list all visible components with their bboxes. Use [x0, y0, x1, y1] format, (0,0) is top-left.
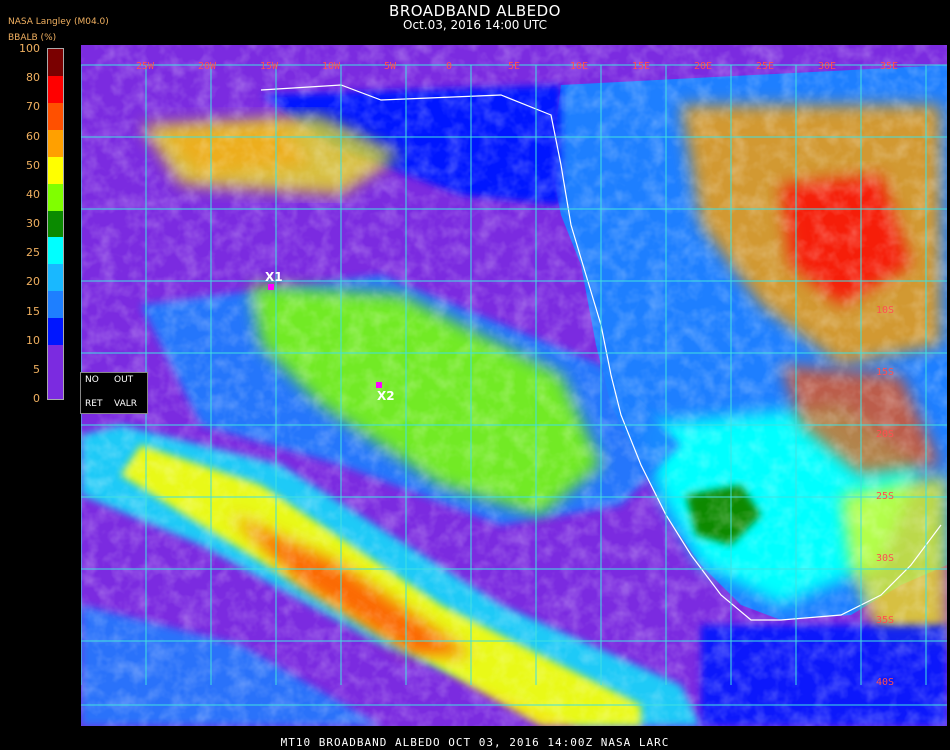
- legend-tick: 25: [26, 246, 40, 260]
- longitude-label: 25W: [136, 61, 155, 72]
- longitude-label: 10E: [570, 61, 588, 72]
- legend-swatch: [48, 129, 63, 157]
- latitude-label: 20S: [876, 429, 894, 440]
- latitude-label: 10S: [876, 305, 894, 316]
- latitude-label: 35S: [876, 615, 894, 626]
- longitude-label: 0: [446, 61, 452, 72]
- longitude-label: 5W: [384, 61, 397, 72]
- ret-label: RET: [85, 399, 103, 409]
- site-marker: [268, 284, 274, 290]
- legend-tick: 20: [26, 275, 40, 289]
- nodata-legend: NO OUT RET VALR: [80, 372, 148, 414]
- longitude-label: 15E: [632, 61, 650, 72]
- legend-tick: 10: [26, 333, 40, 347]
- legend-swatch: [48, 102, 63, 130]
- longitude-label: 20W: [198, 61, 217, 72]
- longitude-label: 20E: [694, 61, 712, 72]
- legend-swatch: [48, 263, 63, 292]
- out-label: OUT: [114, 375, 134, 385]
- no-label: NO: [85, 375, 99, 385]
- longitude-label: 30E: [818, 61, 836, 72]
- site-marker-label: X1: [265, 270, 283, 284]
- legend-swatch: [48, 210, 63, 238]
- legend-swatch: [48, 75, 63, 103]
- data-source: NASA Langley (M04.0): [8, 17, 109, 27]
- albedo-map: 25W 20W 15W 10W 5W 0 5E 10E 15E 20E 25E 30E 35E 10S 1…: [81, 45, 947, 726]
- legend-tick: 15: [26, 304, 40, 318]
- site-marker: [376, 382, 382, 388]
- legend-tick: 80: [26, 71, 40, 85]
- latitude-label: 15S: [876, 367, 894, 378]
- legend-swatch: [48, 183, 63, 211]
- longitude-label: 25E: [756, 61, 774, 72]
- legend-swatch: [48, 290, 63, 319]
- legend-swatch: [48, 156, 63, 184]
- legend-tick: 5: [33, 362, 40, 376]
- legend-swatch: [48, 236, 63, 265]
- site-marker-label: X2: [377, 389, 395, 403]
- footer-caption: MT10 BROADBAND ALBEDO OCT 03, 2016 14:00…: [280, 736, 670, 749]
- latitude-label: 40S: [876, 677, 894, 688]
- legend-tick: 30: [26, 217, 40, 230]
- longitude-label: 35E: [880, 61, 898, 72]
- legend-tick: 40: [26, 187, 40, 201]
- legend-swatch: [48, 344, 63, 373]
- valr-label: VALR: [114, 399, 138, 409]
- legend-tick: 100: [19, 42, 40, 55]
- legend-tick: 60: [26, 129, 40, 143]
- legend-tick: 0: [33, 392, 40, 405]
- legend-tick: 50: [26, 158, 40, 172]
- color-legend-bar: [47, 48, 64, 400]
- legend-swatch: [48, 317, 63, 346]
- legend-tick: 70: [26, 100, 40, 114]
- latitude-label: 25S: [876, 491, 894, 502]
- longitude-label: 10W: [322, 61, 341, 72]
- latitude-label: 30S: [876, 553, 894, 564]
- legend-swatch: [48, 48, 63, 76]
- legend-swatch: [48, 371, 63, 399]
- longitude-label: 5E: [508, 61, 520, 72]
- longitude-label: 15W: [260, 61, 279, 72]
- image-timestamp: Oct.03, 2016 14:00 UTC: [403, 18, 547, 32]
